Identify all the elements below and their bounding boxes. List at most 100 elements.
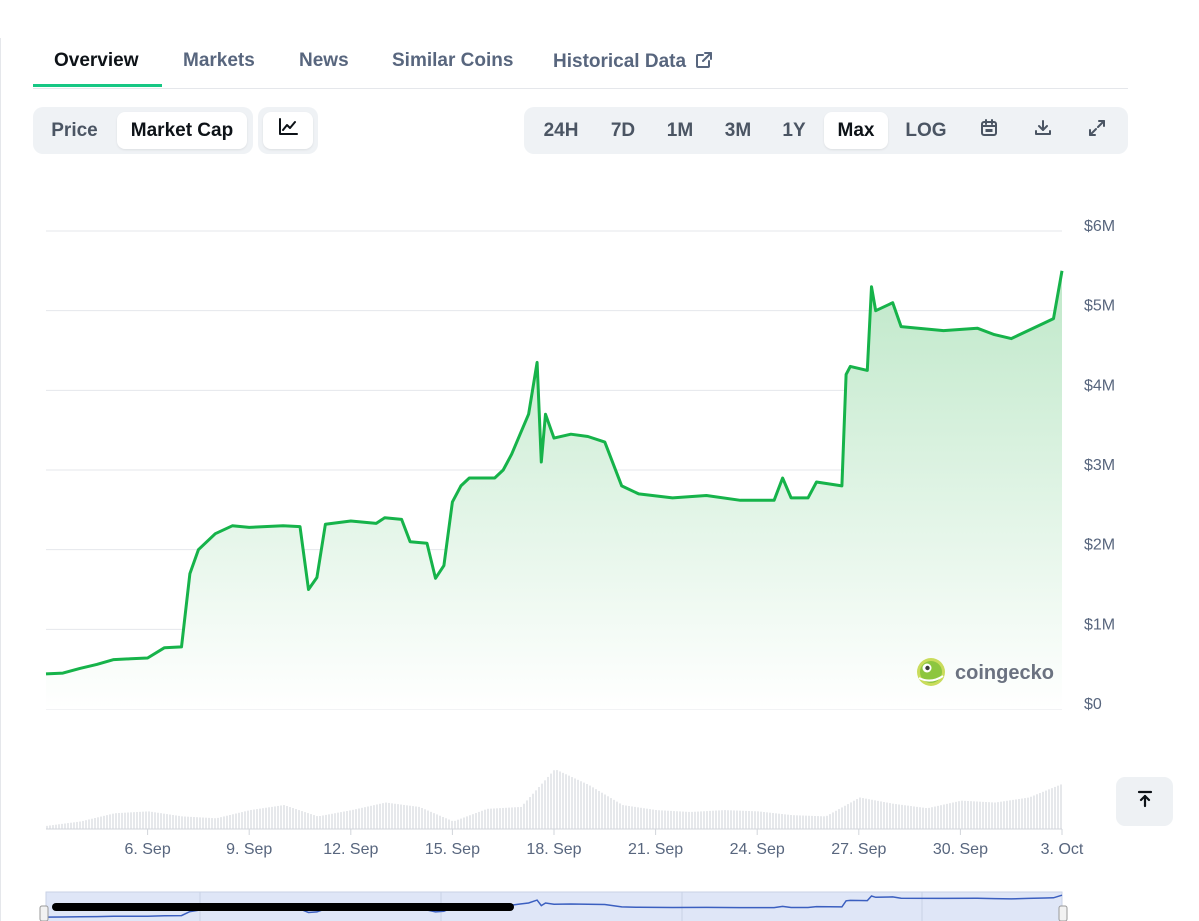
volume-bar (490, 808, 492, 829)
scroll-to-top-button[interactable] (1116, 777, 1173, 826)
volume-bar (526, 800, 528, 829)
volume-bar (487, 808, 489, 829)
volume-bar (907, 805, 909, 829)
volume-bar (217, 817, 219, 829)
volume-bar (223, 816, 225, 829)
volume-bar (133, 812, 135, 829)
volume-bar (310, 814, 312, 829)
navigator-left-handle[interactable] (39, 905, 49, 921)
volume-bar (793, 815, 795, 829)
volume-bar (295, 809, 297, 829)
volume-bar (130, 812, 132, 829)
volume-bar (352, 809, 354, 829)
volume-bar (799, 815, 801, 829)
volume-bar (481, 810, 483, 829)
volume-bar (541, 783, 543, 829)
navigator-right-handle[interactable] (1058, 905, 1068, 921)
volume-bar (475, 813, 477, 829)
volume-bar (421, 808, 423, 829)
volume-bar (82, 820, 84, 829)
volume-bar (265, 807, 267, 829)
volume-bar (961, 800, 963, 829)
volume-bar (94, 818, 96, 829)
volume-bar (1000, 801, 1002, 829)
volume-bar (577, 779, 579, 829)
volume-bar (670, 810, 672, 829)
coingecko-logo-icon (917, 658, 945, 686)
volume-bar (424, 809, 426, 829)
volume-bar (520, 806, 522, 829)
volume-bar (679, 811, 681, 829)
volume-bar (550, 773, 552, 829)
volume-bar (547, 776, 549, 829)
volume-bar (313, 815, 315, 829)
volume-bar (676, 811, 678, 829)
volume-bar (853, 800, 855, 829)
navigator-scrollbar[interactable] (52, 903, 514, 911)
volume-bar (196, 817, 198, 829)
volume-bar (637, 807, 639, 829)
volume-bar (511, 807, 513, 829)
volume-bar (688, 811, 690, 829)
volume-bar (925, 808, 927, 829)
volume-bar (886, 802, 888, 829)
volume-bar (802, 815, 804, 829)
volume-bar (1045, 790, 1047, 829)
volume-bar (1060, 784, 1062, 829)
x-tick-label: 27. Sep (831, 841, 886, 858)
volume-bar (472, 814, 474, 829)
market-cap-chart[interactable]: $0 $1M $2M $3M $4M $5M $6M 6. Sep 9. Sep 12. Sep… (0, 0, 1199, 921)
x-tick-label: 6. Sep (124, 841, 170, 858)
volume-bar (598, 790, 600, 829)
volume-bar (847, 804, 849, 829)
volume-bar (190, 816, 192, 829)
volume-bar (979, 801, 981, 829)
volume-bar (1027, 797, 1029, 829)
volume-bar (58, 824, 60, 829)
volume-bar (244, 811, 246, 829)
volume-bar (862, 798, 864, 829)
volume-bar (625, 805, 627, 829)
volume-bar (613, 799, 615, 829)
volume-bar (685, 811, 687, 829)
market-cap-area (46, 270, 1062, 709)
volume-bar (337, 812, 339, 829)
volume-bar (601, 792, 603, 829)
x-tick-label: 21. Sep (628, 841, 683, 858)
volume-bar (271, 806, 273, 829)
y-tick-label: $5M (1084, 298, 1115, 315)
y-axis-ticks: $0 $1M $2M $3M $4M $5M $6M (1084, 218, 1115, 713)
volume-bar (814, 815, 816, 829)
volume-bar (1033, 795, 1035, 829)
volume-bar (661, 810, 663, 829)
x-tick-label: 24. Sep (730, 841, 785, 858)
volume-bar (673, 811, 675, 829)
volume-bar (706, 811, 708, 829)
volume-bar (208, 817, 210, 829)
volume-bar (220, 817, 222, 829)
volume-bar (361, 807, 363, 829)
volume-bar (343, 811, 345, 829)
volume-bar (436, 814, 438, 829)
volume-bar (184, 816, 186, 829)
volume-bar (181, 816, 183, 829)
volume-bar (166, 814, 168, 829)
volume-bar (970, 801, 972, 829)
volume-bar (106, 815, 108, 829)
volume-bar (463, 817, 465, 829)
volume-bar (910, 806, 912, 829)
volume-bar (943, 804, 945, 829)
volume-bar (877, 800, 879, 829)
volume-bar (127, 812, 129, 829)
range-navigator[interactable] (39, 891, 1068, 921)
x-axis-ticks: 6. Sep 9. Sep 12. Sep 15. Sep 18. Sep 21. Sep… (46, 828, 1084, 858)
volume-bar (643, 808, 645, 829)
volume-bar (556, 770, 558, 829)
volume-bar (280, 805, 282, 829)
volume-bar (178, 815, 180, 829)
y-tick-label: $2M (1084, 537, 1115, 554)
volume-bar (100, 816, 102, 829)
volume-bar (616, 801, 618, 829)
volume-bar (868, 799, 870, 829)
volume-bar (832, 812, 834, 829)
